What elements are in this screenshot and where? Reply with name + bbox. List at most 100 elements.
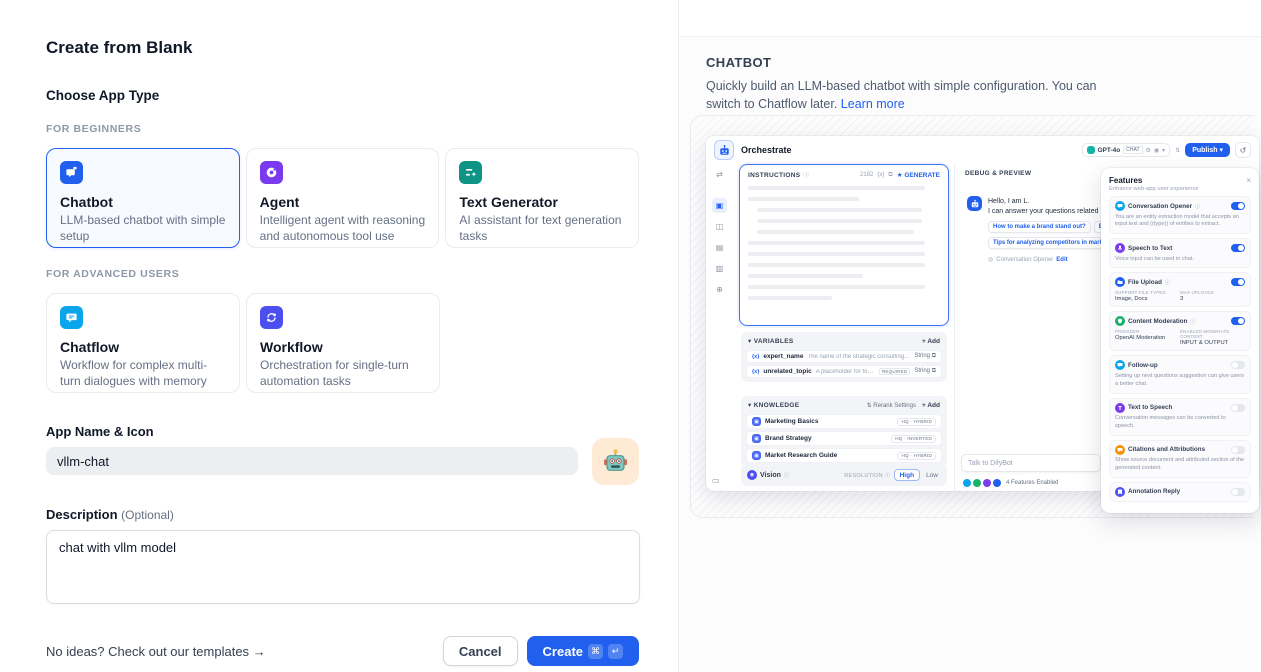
mini-history-icon: ↺ [1235, 142, 1251, 158]
app-type-title: Agent [260, 194, 426, 210]
preview-heading: CHATBOT [706, 55, 1261, 70]
required-badge: REQUIRED [879, 368, 910, 375]
mini-features-panel: Features × Enhance web-app user experien… [1101, 168, 1259, 513]
variable-row: {x} unrelated_topic A placeholder for to… [746, 365, 942, 378]
skeleton-line [757, 219, 922, 223]
description-textarea[interactable]: chat with vllm model [46, 530, 640, 604]
feature-toggle [1231, 244, 1245, 252]
rail-document-icon: ▤ [712, 240, 727, 255]
skeleton-line [748, 197, 859, 201]
skeleton-line [748, 186, 925, 190]
feature-name: Text to Speech [1128, 404, 1172, 411]
knowledge-name: Marketing Basics [765, 418, 818, 425]
feature-card-file-upload: File Upload ⓘ SUPPORT FILE TYPES Image, … [1109, 272, 1251, 307]
knowledge-tag: HQ · INVERTED [891, 435, 936, 443]
file-upload-icon [1115, 277, 1125, 287]
skeleton-line [748, 285, 925, 289]
app-name-label: App Name & Icon [46, 424, 639, 439]
app-type-title: Text Generator [459, 194, 625, 210]
templates-link[interactable]: No ideas? Check out our templates → [46, 644, 266, 659]
knowledge-folder-icon: ▣ [752, 417, 761, 426]
variable-desc: A placeholder for topics... [816, 369, 875, 375]
text-generator-icon [459, 161, 482, 184]
app-type-card-text-generator[interactable]: Text Generator AI assistant for text gen… [445, 148, 639, 248]
mini-title: Orchestrate [741, 145, 792, 155]
preview-description: Quickly build an LLM-based chatbot with … [706, 77, 1106, 113]
app-type-card-chatflow[interactable]: Chatflow Workflow for complex multi-turn… [46, 293, 240, 393]
knowledge-folder-icon: ▣ [752, 451, 761, 460]
vision-icon: ◉ [747, 470, 757, 480]
resolution-high-button: High [894, 469, 920, 481]
char-count: 2182 [860, 172, 873, 178]
feature-dot-icon [973, 479, 981, 487]
cancel-button[interactable]: Cancel [443, 636, 518, 666]
knowledge-row: ▣ Brand Strategy HQ · INVERTED [746, 431, 942, 446]
feature-name: Conversation Opener [1128, 203, 1192, 210]
debug-chat-input: Talk to DifyBot [961, 454, 1101, 472]
feature-dot-icon [963, 479, 971, 487]
app-type-title: Chatbot [60, 194, 226, 210]
mini-knowledge-section: ▾ KNOWLEDGE ⇅ Rerank Settings + Add ▣ Ma… [741, 396, 947, 467]
meta-label: PROVIDER [1115, 329, 1180, 334]
skeleton-line [757, 230, 914, 234]
feature-desc: Conversation messages can be converted t… [1115, 415, 1245, 431]
suggestion-chip: How to make a brand stand out? [988, 221, 1091, 233]
cmd-keycap-icon: ⌘ [588, 644, 603, 659]
variable-type: String ⧉ [914, 353, 936, 360]
description-label: Description (Optional) [46, 507, 639, 522]
instructions-header: INSTRUCTIONS ⓘ 2182 {x} ⧉ ★ GENERATE [748, 171, 940, 179]
opener-icon: ◎ [988, 256, 993, 263]
opener-label: Conversation Opener [996, 257, 1053, 263]
knowledge-label: ▾ KNOWLEDGE [748, 401, 799, 409]
skeleton-line [757, 208, 922, 212]
workflow-icon [260, 306, 283, 329]
app-type-preview-pane: CHATBOT Quickly build an LLM-based chatb… [679, 0, 1261, 672]
skeleton-line [748, 263, 925, 267]
learn-more-link[interactable]: Learn more [841, 97, 905, 111]
app-type-card-chatbot[interactable]: Chatbot LLM-based chatbot with simple se… [46, 148, 240, 248]
app-type-card-agent[interactable]: Agent Intelligent agent with reasoning a… [246, 148, 440, 248]
meta-value: INPUT & OUTPUT [1180, 340, 1245, 346]
mini-tune-icon: ⇅ [1175, 147, 1180, 154]
create-button-label: Create [543, 644, 583, 659]
meta-label: SUPPORT FILE TYPES [1115, 290, 1180, 295]
features-title: Features [1109, 176, 1142, 185]
feature-card-speech-to-text: Speech to Text Voice input can be used i… [1109, 238, 1251, 268]
rail-orchestrate-icon: ⇄ [712, 167, 727, 182]
variable-name: unrelated_topic [763, 368, 811, 375]
features-subtitle: Enhance web-app user experience [1109, 186, 1251, 192]
variable-icon: {x} [752, 354, 759, 360]
rail-notes-icon: ▥ [712, 261, 727, 276]
meta-label: MAX UPLOADS [1180, 290, 1245, 295]
preview-top-band [679, 0, 1261, 37]
app-icon-picker[interactable] [592, 438, 639, 485]
model-vision-icon: ◉ [1154, 147, 1159, 154]
instructions-label: INSTRUCTIONS [748, 172, 800, 179]
feature-toggle [1231, 202, 1245, 210]
suggestion-chip: Tips for analyzing competitors in market [988, 237, 1113, 249]
arrow-right-icon: → [253, 644, 266, 659]
mini-app-avatar-icon [714, 140, 734, 160]
mini-header: Orchestrate GPT-4o CHAT ⚙ ◉ ▾ ⇅ Publish [706, 136, 1259, 164]
info-icon: ⓘ [1165, 279, 1170, 286]
app-name-input[interactable] [46, 447, 578, 475]
variable-braces-icon: {x} [877, 172, 884, 178]
variable-name: expert_name [763, 353, 803, 360]
text-to-speech-icon [1115, 403, 1125, 413]
feature-desc: Show source document and attributed sect… [1115, 457, 1245, 473]
app-type-desc: Intelligent agent with reasoning and aut… [260, 213, 426, 245]
feature-desc: Setting up next questions suggestion can… [1115, 373, 1245, 389]
create-button[interactable]: Create ⌘ ↵ [527, 636, 639, 666]
sparkle-icon: ★ [897, 172, 903, 179]
variable-desc: The name of the strategic consulting... [807, 354, 910, 360]
feature-name: Citations and Attributions [1128, 446, 1205, 453]
app-type-card-workflow[interactable]: Workflow Orchestration for single-turn a… [246, 293, 440, 393]
preview-image-area: Orchestrate GPT-4o CHAT ⚙ ◉ ▾ ⇅ Publish [690, 115, 1254, 518]
dialog-footer: No ideas? Check out our templates → Canc… [46, 636, 639, 666]
knowledge-row: ▣ Marketing Basics HQ · HYBRID [746, 414, 942, 429]
app-type-desc: LLM-based chatbot with simple setup [60, 213, 226, 245]
annotation-reply-icon [1115, 487, 1125, 497]
feature-desc: Voice input can be used in chat. [1115, 256, 1245, 264]
feature-dot-icon [993, 479, 1001, 487]
citations-icon [1115, 445, 1125, 455]
